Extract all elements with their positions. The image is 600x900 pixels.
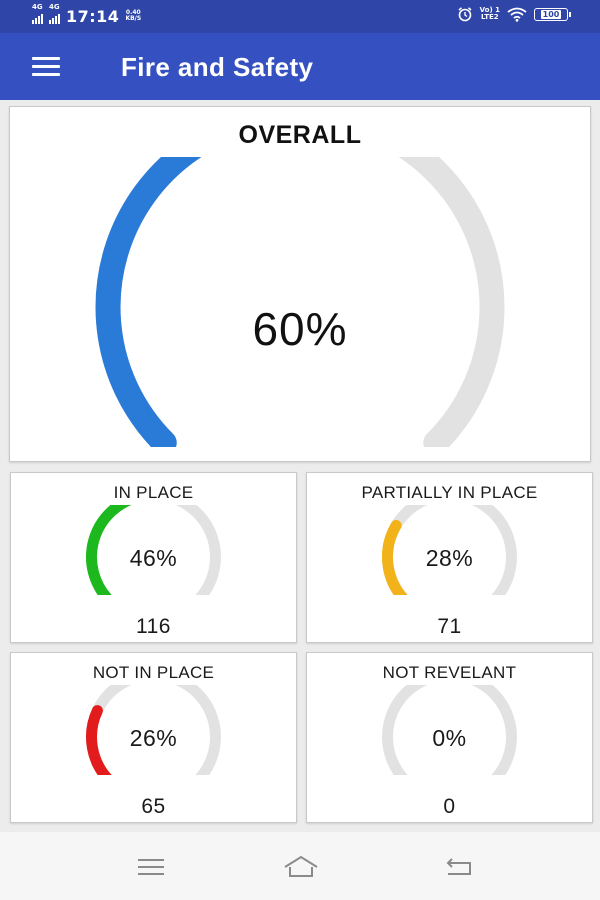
alarm-icon [458,7,472,22]
wifi-icon [507,7,527,22]
category-count: 0 [443,795,456,818]
back-button[interactable] [438,852,478,882]
back-icon [446,858,471,875]
category-count: 116 [136,615,171,638]
network-speed: 0.40 KB/S [125,9,142,22]
menu-button[interactable] [24,50,68,84]
sim2-network-type: 4G [49,2,60,11]
category-label: NOT IN PLACE [92,663,215,682]
overall-gauge-track [95,157,505,447]
volte-bottom: LTE2 [480,13,499,21]
overall-card[interactable]: OVERALL 60% [9,106,591,462]
recent-apps-icon [138,859,164,875]
category-label: PARTIALLY IN PLACE [361,483,538,502]
category-count: 71 [437,615,462,638]
not-in-place-card[interactable]: NOT IN PLACE 26% 65 [10,652,297,823]
status-right: Vo) 1 LTE2 100 [457,6,571,22]
battery-level: 100 [540,9,562,19]
clock: 17:14 [66,7,120,26]
signal-sim2-icon: 4G [49,3,60,24]
battery-icon: 100 [534,7,571,21]
category-percentage: 46% [129,545,178,571]
category-count: 65 [141,795,166,818]
app-title: Fire and Safety [121,52,314,82]
app-bar: Fire and Safety [0,33,600,100]
overall-gauge-fill [95,157,202,447]
home-icon [284,855,318,877]
category-label: IN PLACE [113,483,194,502]
status-left: 4G 4G 17:14 0.40 KB/S [32,3,142,26]
sim1-network-type: 4G [32,2,43,11]
volte-indicator: Vo) 1 LTE2 [480,7,500,21]
not-relevant-card[interactable]: NOT REVELANT 0% 0 [306,652,593,823]
in-place-card[interactable]: IN PLACE 46% 116 [10,472,297,643]
category-label: NOT REVELANT [382,663,517,682]
category-percentage: 0% [432,725,467,751]
recent-apps-button[interactable] [131,852,171,882]
navigation-bar [0,832,600,900]
overall-title: OVERALL [238,121,362,149]
signal-sim1-icon: 4G [32,3,43,24]
home-button[interactable] [281,852,321,882]
partially-in-place-card[interactable]: PARTIALLY IN PLACE 28% 71 [306,472,593,643]
overall-percentage: 60% [252,303,348,355]
network-speed-unit: KB/S [125,14,142,22]
category-percentage: 28% [425,545,474,571]
status-bar: 4G 4G 17:14 0.40 KB/S Vo) 1 LTE2 100 [0,0,600,33]
category-percentage: 26% [129,725,178,751]
